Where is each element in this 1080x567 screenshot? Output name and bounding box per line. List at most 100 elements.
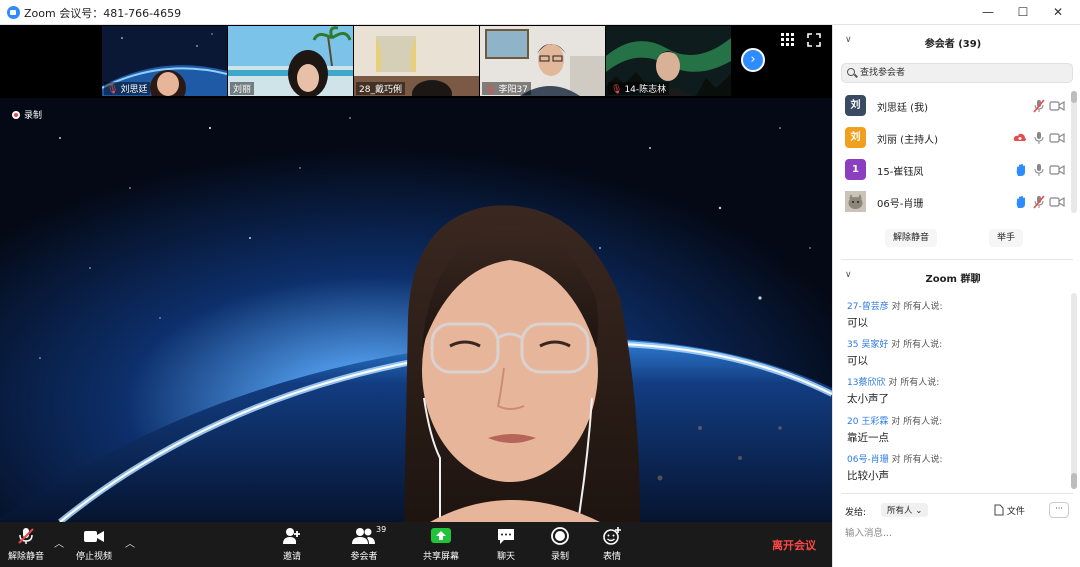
muted-mic-icon [1033,195,1045,209]
chevron-right-icon: › [750,52,756,67]
message-recipient: 对 所有人说: [891,340,943,350]
avatar: 刘 [845,95,866,116]
meeting-toolbar: 解除静音 ︿ 停止视频 ︿ 邀请 39 参会者 共享屏幕 聊天 录制 表情 离开… [0,522,832,567]
zoom-logo-icon [7,6,20,19]
grid-view-icon[interactable] [781,33,795,47]
message-text: 太小声了 [847,393,889,405]
leave-meeting-button[interactable]: 离开会议 [772,537,816,553]
message-text: 比较小声 [847,470,889,482]
video-off-icon [1049,100,1065,112]
unmute-self-button[interactable]: 解除静音 [885,229,938,247]
chat-message: 20 王彩霖 对 所有人说: 靠近一点 [847,414,1067,445]
active-speaker-video[interactable]: 录制 [0,98,832,522]
stop-video-button[interactable]: 停止视频 [72,526,116,562]
muted-mic-icon [18,528,34,544]
audio-options-chevron-icon[interactable]: ︿ [54,535,64,550]
raised-hand-icon [1016,164,1025,176]
message-recipient: 对 所有人说: [891,302,943,312]
add-user-icon [283,528,300,544]
chat-message-input[interactable]: 输入消息... [845,525,892,539]
record-button[interactable]: 录制 [546,526,574,562]
next-page-button[interactable]: › [741,48,765,72]
participants-button[interactable]: 39 参会者 [344,525,387,562]
muted-mic-icon: 🎙 [485,85,497,95]
message-sender: 27-曾芸彦 [847,302,889,312]
participant-row[interactable]: 06号-肖珊 [845,191,1065,213]
thumbnail-name: 🎙 李阳37 [482,82,531,95]
participants-panel-title: 参会者 (39) [924,39,982,50]
message-sender: 06号-肖珊 [847,455,889,465]
message-recipient: 对 所有人说: [891,417,943,427]
search-icon [847,68,855,76]
chat-scrollbar[interactable] [1071,293,1077,489]
message-sender: 13蔡欣欣 [847,378,886,388]
file-icon [994,504,1004,516]
share-screen-button[interactable]: 共享屏幕 [420,526,462,562]
unmute-button[interactable]: 解除静音 [4,526,48,562]
participant-row[interactable]: 刘 刘丽 (主持人) [845,127,1065,149]
participant-row[interactable]: 1 15-崔钰凤 [845,159,1065,181]
avatar: 1 [845,159,866,180]
thumbnail-strip: 🎙 刘思廷 刘丽 28_戴巧俐 🎙 李阳37 🎙 14-陈志林 › [0,25,832,98]
thumbnail-video[interactable]: 🎙 李阳37 [480,26,605,96]
mic-icon [1034,132,1044,144]
close-button[interactable]: ✕ [1047,3,1069,21]
participant-name: 刘丽 (主持人) [877,135,938,146]
thumbnail-video[interactable]: 🎙 14-陈志林 [606,26,731,96]
collapse-chevron-icon[interactable]: ∨ [845,35,852,45]
message-sender: 20 王彩霖 [847,417,889,427]
collapse-chevron-icon[interactable]: ∨ [845,270,852,280]
participant-name: 15-崔钰凤 [877,167,924,178]
participants-icon [352,528,375,544]
invite-button[interactable]: 邀请 [276,526,308,562]
message-recipient: 对 所有人说: [891,455,943,465]
raised-hand-icon [1016,196,1025,208]
message-recipient: 对 所有人说: [888,378,940,388]
chat-panel-header: ∨ Zoom 群聊 [833,270,1073,290]
minimize-button[interactable]: — [977,3,999,21]
more-options-button[interactable]: ··· [1049,502,1069,518]
raise-hand-button[interactable]: 举手 [989,229,1024,247]
file-button[interactable]: 文件 [994,504,1025,517]
title-bar: Zoom 会议号：481-766-4659 — ☐ ✕ [0,0,1080,25]
video-area: 🎙 刘思廷 刘丽 28_戴巧俐 🎙 李阳37 🎙 14-陈志林 › 录制 [0,25,832,542]
muted-mic-icon: 🎙 [611,85,623,95]
reactions-button[interactable]: 表情 [598,526,626,562]
participants-scrollbar[interactable] [1071,91,1077,213]
thumbnail-video[interactable]: 刘丽 [228,26,353,96]
participant-name: 06号-肖珊 [877,199,924,210]
thumbnail-video[interactable]: 🎙 刘思廷 [102,26,227,96]
thumbnail-name: 🎙 刘思廷 [104,82,151,95]
muted-mic-icon [1033,99,1045,113]
chat-message: 13蔡欣欣 对 所有人说: 太小声了 [847,375,1067,406]
chat-button[interactable]: 聊天 [492,526,520,562]
participant-name: 刘思廷 (我) [877,103,928,114]
thumbnail-video[interactable]: 28_戴巧俐 [354,26,479,96]
thumbnail-name: 刘丽 [230,82,255,95]
avatar [845,191,866,212]
participants-panel-header: ∨ 参会者 (39) [833,35,1073,55]
thumbnail-name: 🎙 14-陈志林 [608,82,670,95]
recipient-dropdown[interactable]: 所有人 ⌄ [881,503,929,517]
zoom-window: Zoom 会议号：481-766-4659 — ☐ ✕ 🎙 刘思廷 刘丽 28_… [0,0,1080,567]
speaker-video-frame [0,98,832,522]
message-text: 可以 [847,355,868,367]
participant-search-input[interactable]: 查找参会者 [841,63,1073,83]
recording-indicator: 录制 [12,108,42,121]
fullscreen-icon[interactable] [807,33,821,47]
divider [841,259,1073,260]
divider [841,493,1073,494]
muted-mic-icon: 🎙 [107,85,119,95]
participant-row[interactable]: 刘 刘思廷 (我) [845,95,1065,117]
chat-message: 27-曾芸彦 对 所有人说: 可以 [847,299,1067,330]
chat-panel-title: Zoom 群聊 [925,274,981,285]
share-screen-icon [431,528,451,543]
video-options-chevron-icon[interactable]: ︿ [125,535,135,550]
emoji-icon [603,527,621,545]
side-panel: ∨ 参会者 (39) 查找参会者 刘 刘思廷 (我) 刘 刘丽 (主持人) 1 … [832,25,1080,567]
participant-count-badge: 39 [376,525,387,534]
thumbnail-name: 28_戴巧俐 [356,82,405,95]
record-dot-icon [12,111,20,119]
chat-message: 35 吴家好 对 所有人说: 可以 [847,337,1067,368]
maximize-button[interactable]: ☐ [1012,3,1034,21]
